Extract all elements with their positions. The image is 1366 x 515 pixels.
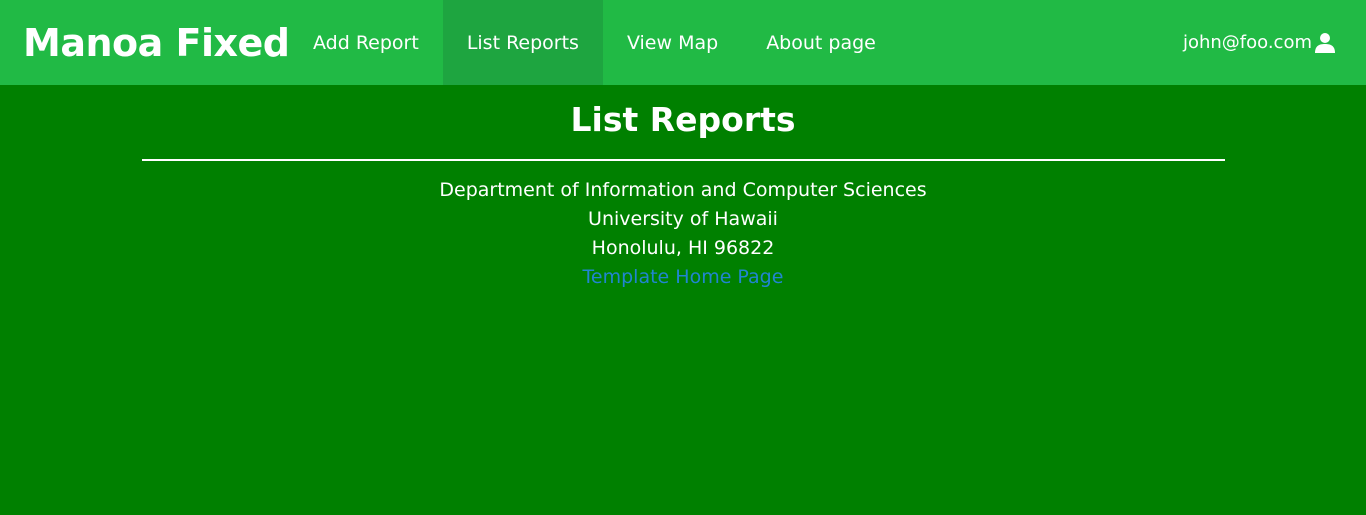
page-title: List Reports	[570, 100, 796, 139]
nav-view-map[interactable]: View Map	[603, 0, 742, 85]
divider	[141, 159, 1225, 161]
user-icon	[1315, 32, 1335, 53]
top-navbar: Manoa Fixed Add Report List Reports View…	[0, 0, 1366, 85]
nav-add-report[interactable]: Add Report	[289, 0, 443, 85]
nav-list-reports[interactable]: List Reports	[442, 0, 603, 85]
footer: Department of Information and Computer S…	[0, 176, 1366, 292]
nav-about-page[interactable]: About page	[742, 0, 900, 85]
footer-address: Honolulu, HI 96822	[591, 237, 775, 259]
user-email: john@foo.com	[1182, 32, 1312, 53]
footer-department: Department of Information and Computer S…	[439, 179, 927, 201]
main-content: List Reports Department of Information a…	[0, 85, 1366, 292]
brand-logo-text[interactable]: Manoa Fixed	[23, 21, 290, 65]
user-menu[interactable]: john@foo.com	[1183, 0, 1336, 85]
template-home-page-link[interactable]: Template Home Page	[583, 266, 784, 288]
footer-university: University of Hawaii	[588, 208, 778, 230]
